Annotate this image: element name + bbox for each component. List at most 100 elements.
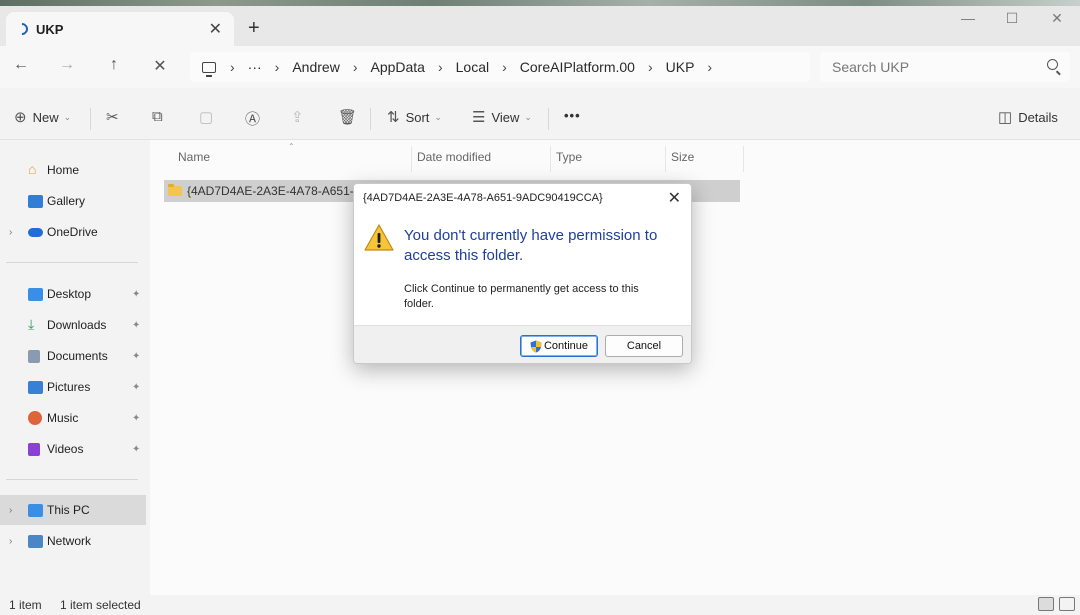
- column-divider[interactable]: [665, 146, 666, 172]
- column-header-size[interactable]: Size: [671, 150, 694, 164]
- documents-icon: [28, 349, 40, 363]
- cloud-icon: [28, 228, 43, 237]
- plus-circle-icon: ⊕: [14, 109, 27, 126]
- breadcrumb-andrew[interactable]: Andrew: [292, 59, 339, 75]
- sidebar-divider: [6, 262, 138, 263]
- cut-button[interactable]: ✂: [106, 108, 125, 126]
- details-button-label: Details: [1018, 109, 1058, 125]
- minimize-button[interactable]: —: [948, 10, 988, 26]
- sidebar-item-label: Music: [47, 411, 79, 425]
- pin-icon[interactable]: ✦: [132, 382, 140, 393]
- rename-icon: Ⓐ: [245, 111, 261, 128]
- share-button[interactable]: ⇪: [291, 108, 310, 126]
- pin-icon[interactable]: ✦: [132, 289, 140, 300]
- more-options-button[interactable]: •••: [564, 108, 581, 123]
- sidebar-item-home[interactable]: ⌂ Home: [0, 155, 146, 185]
- column-divider[interactable]: [743, 146, 744, 172]
- sidebar-item-desktop[interactable]: Desktop ✦: [0, 279, 146, 309]
- column-divider[interactable]: [550, 146, 551, 172]
- paste-button[interactable]: ▢: [199, 108, 219, 126]
- view-button[interactable]: ☰ View ⌄: [472, 108, 532, 126]
- copy-button[interactable]: ⧉: [152, 108, 169, 125]
- up-button[interactable]: ↑: [102, 56, 126, 74]
- breadcrumb-separator: ›: [230, 59, 235, 75]
- tiles-view-toggle-icon[interactable]: [1059, 597, 1075, 611]
- pin-icon[interactable]: ✦: [132, 444, 140, 455]
- sidebar-item-label: OneDrive: [47, 225, 98, 239]
- maximize-button[interactable]: ☐: [992, 10, 1032, 27]
- column-header-name[interactable]: Name: [178, 150, 210, 164]
- breadcrumb-coreaiplatform[interactable]: CoreAIPlatform.00: [520, 59, 635, 75]
- breadcrumb-separator: ›: [274, 59, 280, 75]
- back-button[interactable]: ←: [9, 56, 33, 74]
- status-bar: 1 item 1 item selected: [0, 595, 1080, 615]
- expand-chevron-icon[interactable]: ›: [9, 536, 12, 547]
- tab-ukp[interactable]: UKP ✕: [6, 12, 234, 46]
- sidebar-item-onedrive[interactable]: › OneDrive: [0, 217, 146, 247]
- pictures-icon: [28, 380, 43, 394]
- permission-dialog: {4AD7D4AE-2A3E-4A78-A651-9ADC90419CCA} ✕…: [353, 183, 692, 364]
- column-header-type[interactable]: Type: [556, 150, 582, 164]
- cancel-button[interactable]: Cancel: [605, 335, 683, 357]
- pin-icon[interactable]: ✦: [132, 320, 140, 331]
- sidebar-item-gallery[interactable]: Gallery: [0, 186, 146, 216]
- sidebar-item-documents[interactable]: Documents ✦: [0, 341, 146, 371]
- copy-icon: ⧉: [152, 108, 163, 125]
- desktop-icon: [28, 287, 43, 301]
- sidebar-item-videos[interactable]: Videos ✦: [0, 434, 146, 464]
- paste-icon: ▢: [199, 109, 214, 126]
- sidebar-item-network[interactable]: › Network: [0, 526, 146, 556]
- view-icon: ☰: [472, 109, 486, 126]
- details-button[interactable]: ◫ Details: [998, 108, 1058, 126]
- tab-close-icon[interactable]: ✕: [209, 19, 222, 39]
- sort-button[interactable]: ⇅ Sort ⌄: [387, 108, 442, 126]
- stop-button[interactable]: ✕: [148, 56, 172, 76]
- forward-button[interactable]: →: [55, 56, 79, 74]
- delete-button[interactable]: 🗑: [338, 108, 363, 126]
- search-icon: [1047, 59, 1058, 70]
- sidebar-item-music[interactable]: Music ✦: [0, 403, 146, 433]
- sidebar-item-pictures[interactable]: Pictures ✦: [0, 372, 146, 402]
- new-tab-button[interactable]: +: [248, 18, 260, 38]
- warning-icon: [364, 224, 394, 251]
- sidebar-item-downloads[interactable]: ⤓ Downloads ✦: [0, 310, 146, 340]
- breadcrumb-ukp[interactable]: UKP: [666, 59, 695, 75]
- breadcrumb-overflow[interactable]: ···: [248, 59, 262, 75]
- column-divider[interactable]: [411, 146, 412, 172]
- continue-button[interactable]: Continue: [520, 335, 598, 357]
- close-window-button[interactable]: ✕: [1037, 10, 1077, 27]
- expand-chevron-icon[interactable]: ›: [9, 505, 12, 516]
- continue-button-label: Continue: [543, 340, 589, 352]
- dialog-close-button[interactable]: ✕: [668, 188, 681, 208]
- toolbar-divider: [548, 108, 549, 130]
- sidebar-item-this-pc[interactable]: › This PC: [0, 495, 146, 525]
- computer-icon: [28, 503, 43, 517]
- dialog-title: {4AD7D4AE-2A3E-4A78-A651-9ADC90419CCA}: [363, 192, 603, 204]
- dialog-body-text: Click Continue to permanently get access…: [404, 283, 639, 310]
- breadcrumb-appdata[interactable]: AppData: [370, 59, 424, 75]
- dialog-heading: You don't currently have permission to a…: [404, 227, 658, 264]
- sort-ascending-icon: ⌃: [288, 142, 295, 151]
- toolbar-divider: [90, 108, 91, 130]
- home-icon: ⌂: [28, 161, 37, 177]
- column-header-date-modified[interactable]: Date modified: [417, 150, 491, 164]
- chevron-down-icon: ⌄: [63, 111, 72, 122]
- sidebar-item-label: Network: [47, 534, 92, 548]
- sort-icon: ⇅: [387, 109, 400, 126]
- search-input[interactable]: Search UKP: [820, 52, 1070, 82]
- breadcrumb-local[interactable]: Local: [456, 59, 489, 75]
- item-count: 1 item: [9, 598, 42, 612]
- chevron-down-icon: ⌄: [434, 111, 442, 122]
- command-bar: ⊕ New ⌄ ✂ ⧉ ▢ Ⓐ ⇪ 🗑 ⇅ Sort ⌄ ☰ View ⌄ ••…: [0, 96, 1080, 140]
- expand-chevron-icon[interactable]: ›: [9, 227, 12, 238]
- pin-icon[interactable]: ✦: [132, 351, 140, 362]
- details-view-toggle-icon[interactable]: [1038, 597, 1054, 611]
- new-button[interactable]: ⊕ New ⌄: [14, 108, 71, 126]
- navigation-pane: ⌂ Home Gallery › OneDrive Desktop ✦ ⤓ Do…: [0, 140, 146, 595]
- download-icon: ⤓: [28, 316, 35, 332]
- address-bar[interactable]: › ··· › Andrew › AppData › Local › CoreA…: [190, 52, 810, 82]
- pin-icon[interactable]: ✦: [132, 413, 140, 424]
- sidebar-divider: [6, 479, 138, 480]
- rename-button[interactable]: Ⓐ: [245, 108, 266, 129]
- cancel-button-label: Cancel: [626, 340, 662, 352]
